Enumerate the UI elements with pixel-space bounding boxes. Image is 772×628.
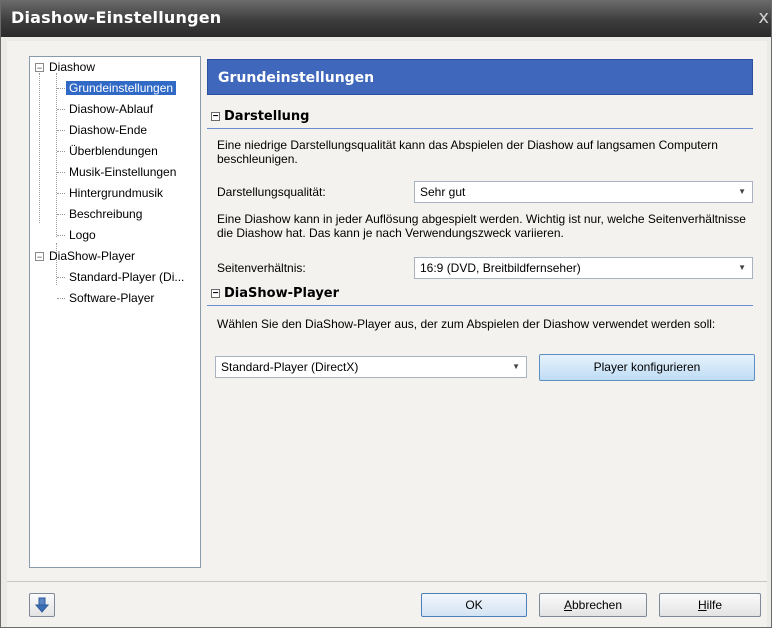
tree-item-diashow-player[interactable]: DiaShow-Player [49,246,135,266]
help-label: ilfe [706,598,722,612]
chevron-down-icon: ▼ [738,263,746,272]
tree-line [57,277,65,278]
dialog-content: − Diashow Grundeinstellungen Diashow-Abl… [7,41,767,627]
window-title: Diashow-Einstellungen [11,8,222,27]
tree-item-label: Software-Player [69,291,155,305]
player-value: Standard-Player (DirectX) [221,360,359,374]
close-icon[interactable]: x [758,7,769,28]
tree-item-musik-einstellungen[interactable]: Musik-Einstellungen [69,162,176,182]
tree-item-beschreibung[interactable]: Beschreibung [69,204,142,224]
collapse-icon[interactable]: − [211,289,220,299]
settings-dialog: Diashow-Einstellungen x − Diashow Grunde… [0,0,772,628]
tree-item-label: Diashow-Ende [69,123,148,137]
title-bar[interactable]: Diashow-Einstellungen x [1,1,771,37]
ratio-dropdown[interactable]: 16:9 (DVD, Breitbildfernseher) ▼ [414,257,753,279]
collapse-icon[interactable]: − [35,252,44,262]
quality-dropdown[interactable]: Sehr gut ▼ [414,181,753,203]
quality-value: Sehr gut [420,185,466,199]
dialog-footer: OK Abbrechen Hilfe [7,581,767,627]
help-button[interactable]: Hilfe [659,593,761,617]
ok-button[interactable]: OK [421,593,527,617]
ratio-value: 16:9 (DVD, Breitbildfernseher) [420,261,581,275]
tree-line [57,298,65,299]
tree-item-label: Diashow-Ablauf [69,102,154,116]
tree-item-label: Beschreibung [69,207,143,221]
ratio-label: Seitenverhältnis: [217,261,306,275]
tree-item-label: Logo [69,228,96,242]
tree-line [57,214,65,215]
tree-item-label: Grundeinstellungen [66,81,177,95]
tree-line [57,88,65,89]
tree-line [56,73,57,237]
tree-item-software-player[interactable]: Software-Player [69,288,154,308]
footer-divider [7,581,767,582]
cancel-label: bbrechen [571,598,623,612]
tree-item-diashow-ende[interactable]: Diashow-Ende [69,120,147,140]
collapse-icon[interactable]: − [35,63,44,73]
darstellung-description: Eine niedrige Darstellungsqualität kann … [217,138,718,166]
tree-item-label: Hintergrundmusik [69,186,164,200]
tree-item-ueberblendungen[interactable]: Überblendungen [69,141,158,161]
tree-line [57,172,65,173]
player-description: Wählen Sie den DiaShow-Player aus, der z… [217,317,716,331]
resolution-description: Eine Diashow kann in jeder Auflösung abg… [217,212,746,240]
settings-panel: Grundeinstellungen − Darstellung Eine ni… [207,56,757,566]
chevron-down-icon: ▼ [512,362,520,371]
tree-item-standard-player[interactable]: Standard-Player (Di... [69,267,184,287]
panel-header: Grundeinstellungen [207,59,753,95]
tree-item-label: Standard-Player (Di... [69,270,185,284]
chevron-down-icon: ▼ [738,187,746,196]
pin-icon [34,597,50,613]
cancel-mnemonic: A [563,598,572,612]
tree-item-label: Musik-Einstellungen [69,165,177,179]
tree-line [39,73,40,223]
cancel-button[interactable]: Abbrechen [539,593,647,617]
pin-button[interactable] [29,593,55,617]
section-title: DiaShow-Player [224,286,340,301]
tree-line [57,193,65,194]
tree-line [57,109,65,110]
tree-item-label: DiaShow-Player [49,249,136,263]
player-dropdown[interactable]: Standard-Player (DirectX) ▼ [215,356,527,378]
tree-item-label: Diashow [49,60,96,74]
quality-label: Darstellungsqualität: [217,185,326,199]
tree-item-hintergrundmusik[interactable]: Hintergrundmusik [69,183,163,203]
configure-player-button[interactable]: Player konfigurieren [539,354,755,381]
section-diashow-player[interactable]: − DiaShow-Player [207,285,753,306]
tree-line [57,130,65,131]
tree-line [57,235,65,236]
section-title: Darstellung [224,109,310,124]
tree-item-diashow-ablauf[interactable]: Diashow-Ablauf [69,99,153,119]
tree-item-grundeinstellungen[interactable]: Grundeinstellungen [66,78,177,98]
category-tree: − Diashow Grundeinstellungen Diashow-Abl… [29,56,201,568]
section-darstellung[interactable]: − Darstellung [207,108,753,129]
tree-line [57,151,65,152]
help-mnemonic: H [697,598,707,612]
tree-item-logo[interactable]: Logo [69,225,96,245]
tree-item-label: Überblendungen [69,144,158,158]
tree-item-diashow[interactable]: Diashow [49,57,95,77]
collapse-icon[interactable]: − [211,112,220,122]
